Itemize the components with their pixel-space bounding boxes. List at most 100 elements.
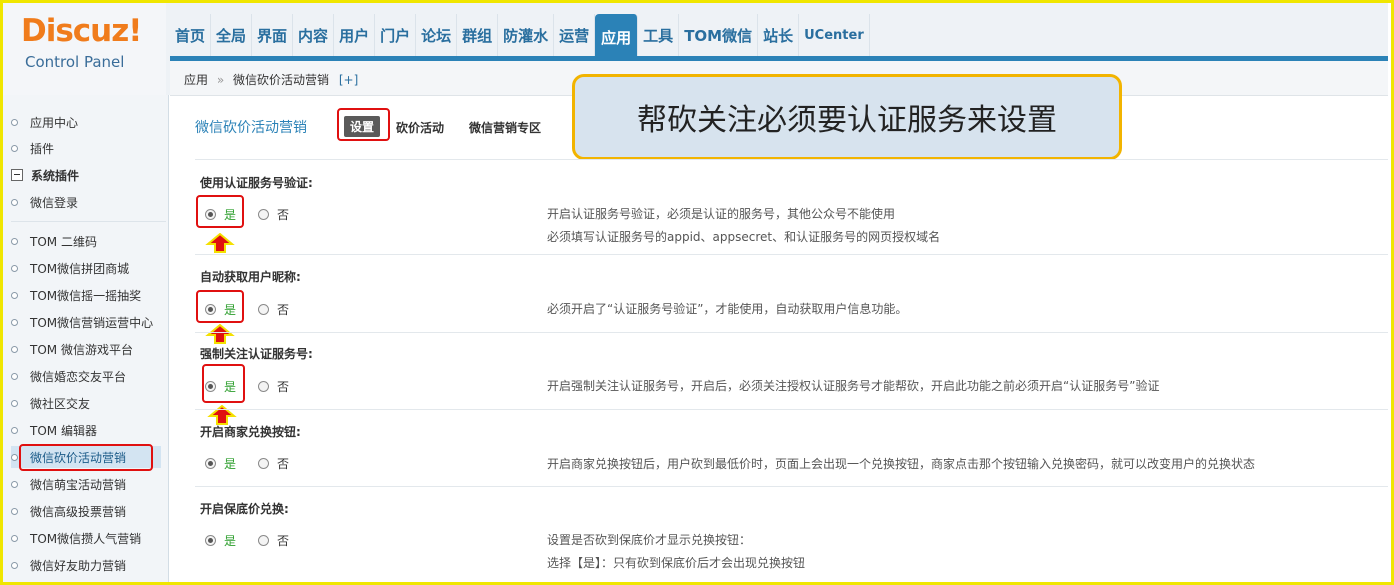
field-label-force-follow: 强制关注认证服务号: <box>200 347 313 361</box>
nav-ucenter[interactable]: UCenter <box>799 14 870 56</box>
divider <box>195 254 1388 255</box>
highlight-box <box>196 195 244 228</box>
bullet-icon <box>11 345 18 353</box>
nav-users[interactable]: 用户 <box>334 14 376 56</box>
bullet-icon <box>11 118 18 126</box>
nav-tools[interactable]: 工具 <box>638 14 680 56</box>
field-desc-floor-price: 设置是否砍到保底价才显示兑换按钮： 选择【是】：只有砍到保底价后才会出现兑换按钮 <box>547 533 806 570</box>
radio-no-label[interactable]: 否 <box>277 532 289 549</box>
logo-brand: Discuz! <box>21 13 142 49</box>
field-desc-force-follow: 开启强制关注认证服务号，开启后，必须关注授权认证服务号才能帮砍，开启此功能之前必… <box>547 379 1160 393</box>
nav-groups[interactable]: 群组 <box>457 14 499 56</box>
radio-no-label[interactable]: 否 <box>277 455 289 472</box>
nav-apps[interactable]: 应用 <box>595 14 639 60</box>
page-title: 微信砍价活动营销 <box>195 120 307 136</box>
up-arrow-icon <box>205 233 235 253</box>
highlight-box <box>196 290 244 323</box>
bullet-icon <box>11 480 18 488</box>
bullet-icon <box>11 399 18 407</box>
radio-no[interactable] <box>258 535 270 546</box>
field-desc-merchant-redeem: 开启商家兑换按钮后，用户砍到最低价时，页面上会出现一个兑换按钮，商家点击那个按钮… <box>547 457 1256 471</box>
nav-interface[interactable]: 界面 <box>252 14 294 56</box>
sidebar-item-wechat-login[interactable]: 微信登录 <box>11 191 78 213</box>
breadcrumb-current: 微信砍价活动营销 <box>233 73 330 87</box>
nav-tom-wechat[interactable]: TOM微信 <box>679 14 759 56</box>
bullet-icon <box>11 237 18 245</box>
radio-no-label[interactable]: 否 <box>277 206 289 223</box>
nav-content[interactable]: 内容 <box>293 14 335 56</box>
divider <box>195 159 1388 160</box>
radio-no-label[interactable]: 否 <box>277 378 289 395</box>
bullet-icon <box>11 291 18 299</box>
radio-yes[interactable] <box>205 535 216 546</box>
nav-operations[interactable]: 运营 <box>554 14 596 56</box>
sidebar-item-tom-game[interactable]: TOM 微信游戏平台 <box>11 338 133 360</box>
sidebar-item-app-center[interactable]: 应用中心 <box>11 111 78 133</box>
sidebar-group-system-plugins[interactable]: 系统插件 <box>11 164 79 186</box>
tab-wechat-marketing[interactable]: 微信营销专区 <box>469 119 541 136</box>
nav-forum[interactable]: 论坛 <box>416 14 458 56</box>
up-arrow-icon <box>207 405 237 425</box>
sidebar-item-tom-editor[interactable]: TOM 编辑器 <box>11 419 97 441</box>
radio-yes-label[interactable]: 是 <box>224 532 236 549</box>
radio-yes-label[interactable]: 是 <box>224 455 236 472</box>
bullet-icon <box>11 198 18 206</box>
breadcrumb-root[interactable]: 应用 <box>184 73 208 87</box>
radio-yes[interactable] <box>205 458 216 469</box>
sidebar-item-plugins[interactable]: 插件 <box>11 137 54 159</box>
logo-subtitle: Control Panel <box>25 53 125 71</box>
sidebar-item-tom-marketing-center[interactable]: TOM微信营销运营中心 <box>11 311 153 333</box>
divider <box>195 409 1388 410</box>
divider <box>195 332 1388 333</box>
field-desc-auto-nickname: 必须开启了“认证服务号验证”，才能使用，自动获取用户信息功能。 <box>547 302 908 316</box>
field-label-auth-service: 使用认证服务号验证: <box>200 176 313 190</box>
radio-group-merchant-redeem: 是 否 <box>205 455 289 472</box>
divider <box>195 486 1388 487</box>
sidebar-item-popularity[interactable]: TOM微信攒人气营销 <box>11 527 141 549</box>
sidebar-item-tom-shake[interactable]: TOM微信摇一摇抽奖 <box>11 284 141 306</box>
bullet-icon <box>11 507 18 515</box>
nav-webmaster[interactable]: 站长 <box>758 14 800 56</box>
sidebar-divider <box>11 221 166 222</box>
tab-highlight-box <box>337 108 390 141</box>
up-arrow-icon <box>205 324 235 344</box>
sidebar: 应用中心 插件 系统插件 微信登录 TOM 二维码 TOM微信拼团商城 TOM微… <box>3 95 169 582</box>
nav-global[interactable]: 全局 <box>211 14 253 56</box>
bullet-icon <box>11 372 18 380</box>
radio-group-floor-price: 是 否 <box>205 532 289 549</box>
field-desc-auth-service: 开启认证服务号验证，必须是认证的服务号，其他公众号不能使用 必须填写认证服务号的… <box>547 207 941 244</box>
radio-no-label[interactable]: 否 <box>277 301 289 318</box>
radio-no[interactable] <box>258 381 270 392</box>
bullet-icon <box>11 453 18 461</box>
annotation-callout: 帮砍关注必须要认证服务来设置 <box>572 74 1122 160</box>
sidebar-item-community[interactable]: 微社区交友 <box>11 392 90 414</box>
breadcrumb-separator: » <box>216 73 225 87</box>
bullet-icon <box>11 561 18 569</box>
sidebar-item-tom-qrcode[interactable]: TOM 二维码 <box>11 230 97 252</box>
breadcrumb: 应用 » 微信砍价活动营销 [+] <box>184 71 358 88</box>
sidebar-item-cute-baby[interactable]: 微信萌宝活动营销 <box>11 473 126 495</box>
main-content: 微信砍价活动营销 设置 砍价活动 微信营销专区 帮砍关注必须要认证服务来设置 使… <box>172 74 1388 582</box>
radio-no[interactable] <box>258 304 270 315</box>
nav-home[interactable]: 首页 <box>170 14 212 56</box>
radio-no[interactable] <box>258 209 270 220</box>
sidebar-item-voting[interactable]: 微信高级投票营销 <box>11 500 126 522</box>
sidebar-item-tom-group-buy[interactable]: TOM微信拼团商城 <box>11 257 129 279</box>
field-label-merchant-redeem: 开启商家兑换按钮: <box>200 425 301 439</box>
highlight-box <box>202 364 245 403</box>
bullet-icon <box>11 318 18 326</box>
collapse-icon[interactable] <box>11 169 23 181</box>
bullet-icon <box>11 144 18 152</box>
logo[interactable]: Discuz! Control Panel <box>3 3 166 95</box>
tab-bargain-activities[interactable]: 砍价活动 <box>396 119 444 136</box>
bullet-icon <box>11 264 18 272</box>
top-nav: 首页 全局 界面 内容 用户 门户 论坛 群组 防灌水 运营 应用 工具 TOM… <box>170 14 870 60</box>
nav-portal[interactable]: 门户 <box>375 14 417 56</box>
breadcrumb-add-shortcut[interactable]: [+] <box>339 73 358 87</box>
nav-antispam[interactable]: 防灌水 <box>498 14 555 56</box>
sidebar-highlight-box <box>19 444 153 471</box>
sidebar-item-dating[interactable]: 微信婚恋交友平台 <box>11 365 126 387</box>
radio-no[interactable] <box>258 458 270 469</box>
sidebar-item-friend-help[interactable]: 微信好友助力营销 <box>11 554 126 576</box>
field-label-floor-price: 开启保底价兑换: <box>200 502 289 516</box>
